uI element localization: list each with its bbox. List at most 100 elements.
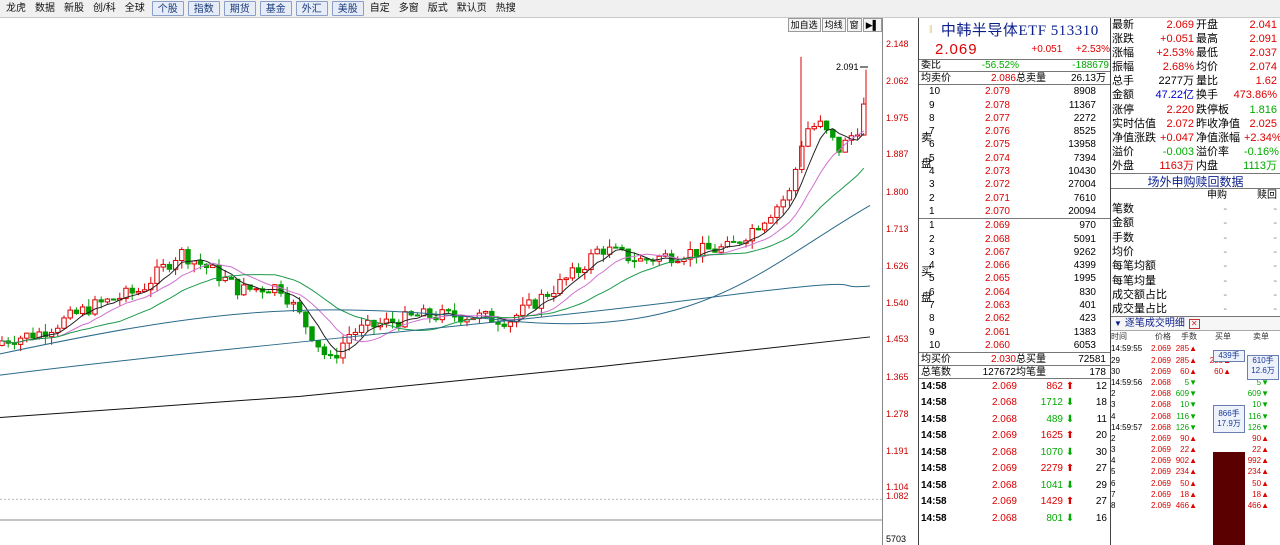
offmarket-subscribe: - [1223,303,1227,316]
level-num: 1 [929,220,935,232]
weibi-label: 委比 [921,60,941,71]
level-volume: 423 [1079,313,1096,325]
candle-body [575,267,582,274]
toolbar-item[interactable]: 创/科 [89,1,120,16]
toolbar-item[interactable]: 基金 [259,1,292,16]
candle-body [792,168,799,192]
level-volume: 1383 [1073,326,1096,338]
level-num: 2 [929,192,935,204]
avg-sell-value: 2.086 [990,73,1016,84]
toolbar-item[interactable]: 数据 [31,1,59,16]
detail-time: 4 [1111,456,1116,466]
last-price: 2.069 [935,41,978,58]
candle-body [73,309,80,314]
toolbar-item[interactable]: 多窗 [395,1,423,16]
asks-row[interactable]: 5 2.074 7394 [919,152,1110,165]
trade-time: 14:58 [921,512,947,524]
price-line: 2.069 +0.051 +2.53% [919,40,1110,60]
asks-row[interactable]: 1 2.070 20094 [919,205,1110,218]
level-price: 2.073 [984,166,1010,178]
asks-row[interactable]: 10 2.079 8908 [919,85,1110,98]
stat-key: 量比 [1196,75,1218,88]
bids-row[interactable]: 7 2.063 401 [919,299,1110,312]
bids-row[interactable]: 1 2.069 970 [919,219,1110,232]
trade-detail-title[interactable]: ▼ 逐笔成交明细 ✕ [1111,316,1280,332]
toolbar-item[interactable]: 热搜 [492,1,520,16]
candle-body [706,242,712,250]
level-volume: 7610 [1073,192,1096,204]
candle-body [823,120,830,131]
trade-price: 2.068 [991,413,1017,425]
toolbar-item[interactable]: 新股 [60,1,88,16]
offmarket-key: 手数 [1112,231,1134,244]
toolbar-item[interactable]: 外汇 [295,1,328,16]
trade-volume: 2279 [1040,463,1063,475]
stat-row: 总手 2277万 量比 1.62 [1111,74,1280,88]
level-price: 2.074 [984,152,1010,164]
bids-row[interactable]: 5 2.065 1995 [919,272,1110,285]
trade-price: 2.069 [991,463,1017,475]
toolbar-item[interactable]: 个股 [151,1,184,16]
bids-row[interactable]: 9 2.061 1383 [919,326,1110,339]
bids-row[interactable]: 2 2.068 5091 [919,233,1110,246]
asks-row[interactable]: 3 2.072 27004 [919,178,1110,191]
trade-count: 27 [1095,463,1107,475]
toolbar-item[interactable]: 指数 [187,1,220,16]
asks-row[interactable]: 7 2.076 8525 [919,125,1110,138]
chart-button[interactable]: ▶▌ [862,18,882,32]
candle-body [724,240,731,248]
toolbar-item[interactable]: 自定 [366,1,394,16]
stat-key: 溢价 [1112,145,1134,158]
offmarket-key: 每笔均额 [1112,260,1156,273]
price-tick-label: 2.062 [886,76,909,86]
stat-value: 1.816 [1249,103,1277,116]
trade-count: 12 [1095,380,1107,392]
offmarket-key: 每笔均量 [1112,274,1156,287]
toolbar-item[interactable]: 全球 [121,1,149,16]
up-arrow-icon: ⬆ [1065,496,1075,508]
chart-button[interactable]: 加自选 [787,18,821,32]
candle-body [24,332,30,339]
buy-side-label: 买盘 [921,266,932,305]
toolbar-item[interactable]: 美股 [331,1,364,16]
stat-key: 涨跌 [1112,33,1134,46]
toolbar-item[interactable]: 默认页 [453,1,491,16]
candle-body [241,284,247,296]
toolbar-item[interactable]: 版式 [424,1,452,16]
bids-row[interactable]: 8 2.062 423 [919,312,1110,325]
kline-chart[interactable]: 2.091 加自选 均线窗 ▶▌ 2.148 2.062 1.975 1.887 1.800… [0,18,918,545]
stat-value: 2.041 [1249,19,1277,31]
collapse-icon[interactable]: ▼ [1114,316,1122,331]
chart-button[interactable]: 均线 [821,18,846,32]
detail-row: 2 2.069 90▲ 90▲ [1111,433,1280,444]
stat-key: 实时估值 [1112,117,1156,130]
level-price: 2.066 [984,260,1010,272]
candlestick-chart[interactable]: 2.091 [0,18,882,545]
favorite-icon[interactable]: ‖ [929,22,933,37]
level-price: 2.076 [984,126,1010,138]
stat-key: 外盘 [1112,159,1134,172]
detail-time: 2 [1111,389,1116,399]
asks-row[interactable]: 6 2.075 13958 [919,138,1110,151]
detail-price: 2.069 [1150,501,1171,511]
trade-list[interactable]: 14:58 2.069 862 ⬆ 12 14:58 2.068 1712 ⬇ 18 14:58 2.… [919,379,1110,528]
trade-price: 2.069 [991,380,1017,392]
detail-header: 时间 价格 手数 买单 卖单 [1111,331,1280,343]
toolbar-item[interactable]: 期货 [223,1,256,16]
bids-row[interactable]: 10 2.060 6053 [919,339,1110,352]
asks-row[interactable]: 2 2.071 7610 [919,192,1110,205]
detail-price: 2.069 [1150,467,1171,477]
asks-row[interactable]: 8 2.077 2272 [919,112,1110,125]
total-buy-label: 总买量 [1016,354,1046,366]
stat-value: 1113万 [1243,159,1277,172]
bids-row[interactable]: 3 2.067 9262 [919,246,1110,259]
toolbar-item[interactable]: 龙虎 [2,1,30,16]
close-icon[interactable]: ✕ [1188,318,1200,329]
stat-row: 涨跌 +0.051 最高 2.091 [1111,32,1280,46]
asks-row[interactable]: 4 2.073 10430 [919,165,1110,178]
chart-button[interactable]: 窗 [846,18,862,32]
bids-row[interactable]: 6 2.064 830 [919,286,1110,299]
trade-volume: 1070 [1040,446,1063,458]
asks-row[interactable]: 9 2.078 11367 [919,99,1110,112]
bids-row[interactable]: 4 2.066 4399 [919,259,1110,272]
